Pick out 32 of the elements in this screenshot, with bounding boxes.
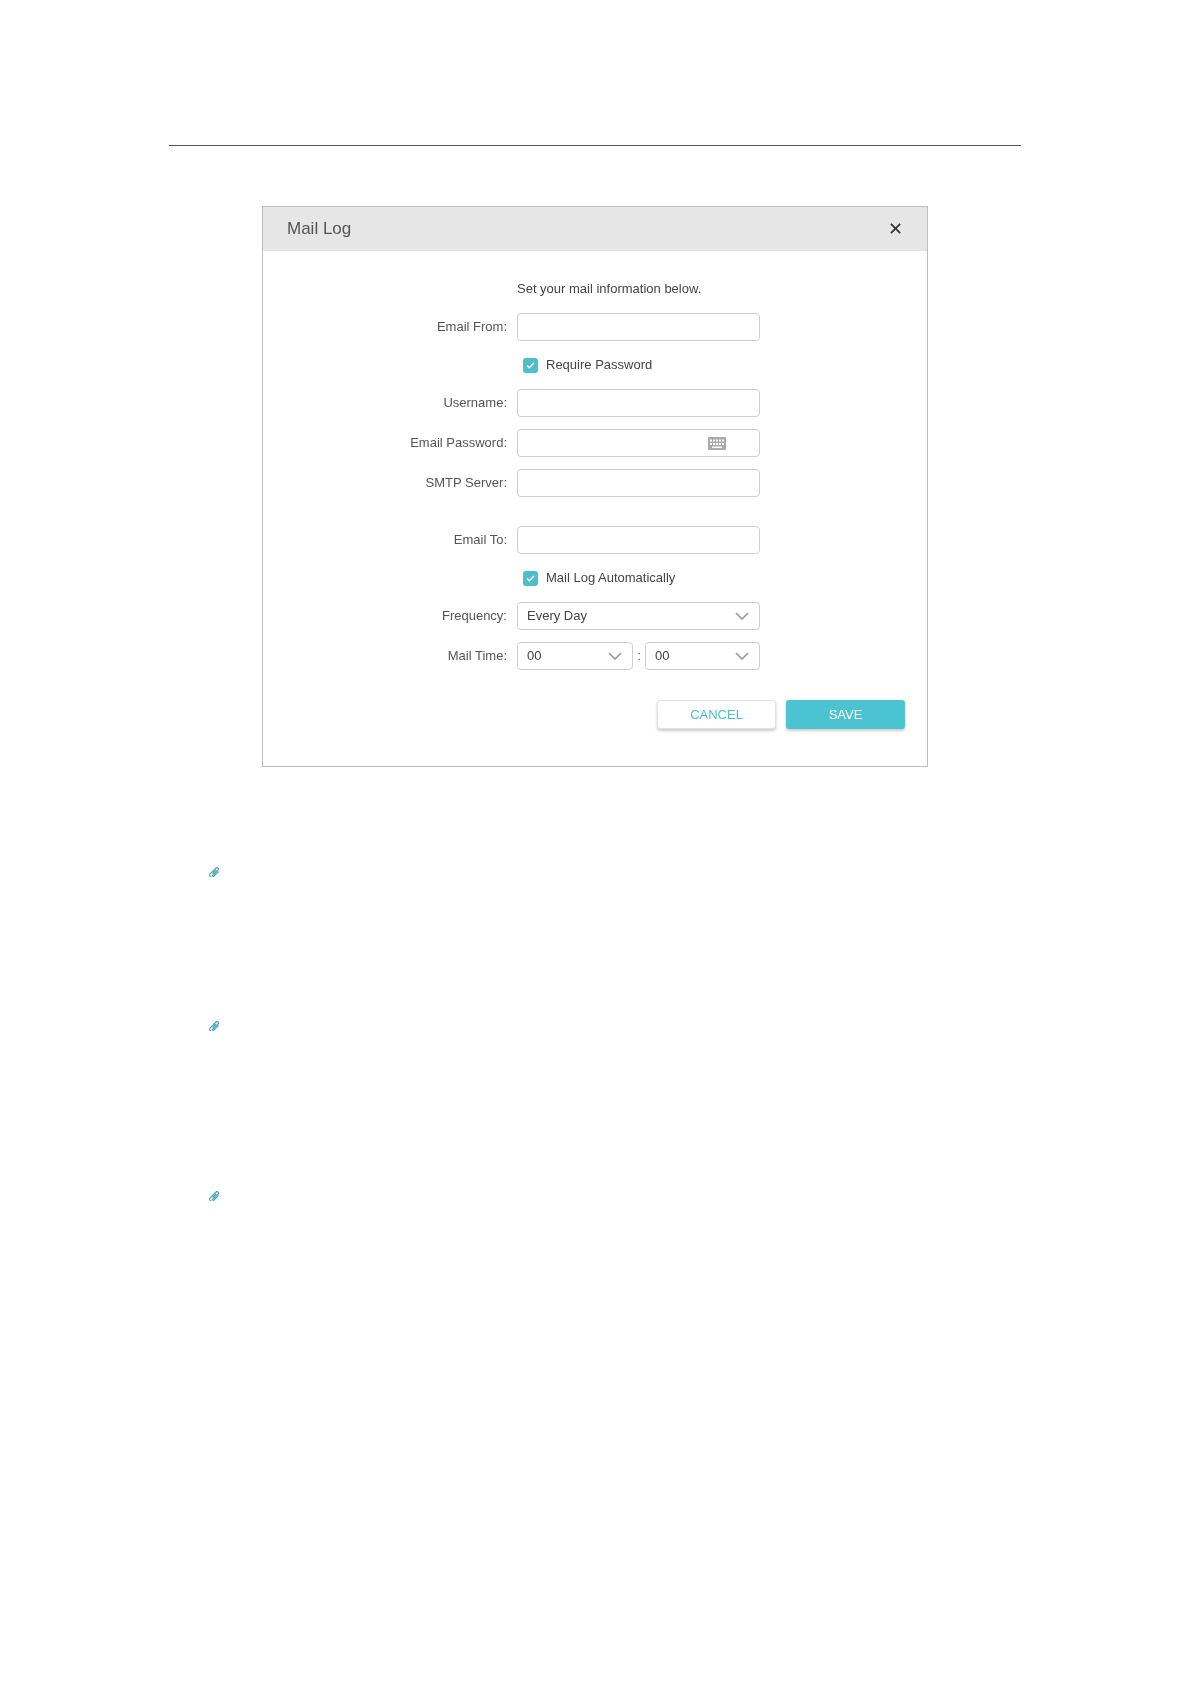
time-separator: : (636, 647, 642, 666)
field-label: Username: (443, 394, 507, 413)
keyboard-icon[interactable] (708, 436, 726, 450)
input-field[interactable] (517, 389, 760, 417)
check-icon (526, 361, 535, 369)
chevron-down-icon (735, 652, 749, 660)
paperclip-icon (208, 1191, 220, 1201)
check-icon (526, 574, 535, 582)
dropdown[interactable]: 00 (517, 642, 633, 670)
input-field[interactable] (517, 469, 760, 497)
chevron-down-icon (735, 612, 749, 620)
input-field[interactable] (517, 313, 760, 341)
checkbox-label: Mail Log Automatically (546, 569, 676, 588)
input-field[interactable] (517, 526, 760, 554)
field-label: SMTP Server: (425, 474, 507, 493)
field-label: Email Password: (410, 434, 507, 453)
checkbox-label: Require Password (546, 356, 653, 375)
checkbox[interactable] (523, 570, 538, 586)
field-label: Mail Time: (447, 647, 507, 666)
field-label: Frequency: (441, 607, 507, 626)
input-field[interactable] (517, 429, 760, 457)
close-button[interactable]: ✕ (888, 220, 903, 238)
paperclip-icon (208, 1021, 220, 1031)
paperclip-icon (208, 867, 220, 877)
field-label: Email From: (436, 318, 507, 337)
field-label: Email To: (453, 531, 507, 550)
dropdown[interactable]: Every Day (517, 602, 760, 630)
intro-text: Set your mail information below. (517, 280, 702, 299)
dialog-title: Mail Log (287, 218, 352, 241)
checkbox[interactable] (523, 357, 538, 373)
dropdown[interactable]: 00 (645, 642, 760, 670)
chevron-down-icon (608, 652, 622, 660)
